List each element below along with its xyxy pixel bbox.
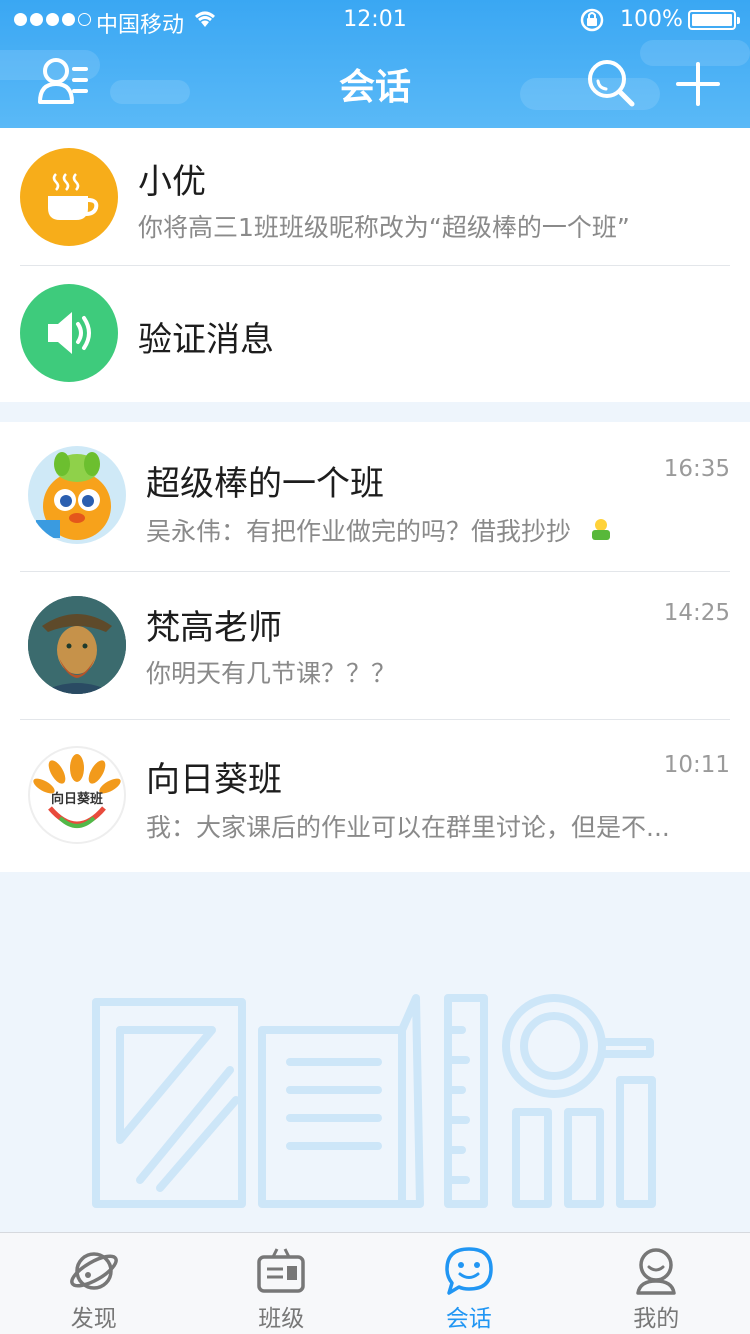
- chat-bubble-icon: [445, 1247, 493, 1295]
- system-item-xiaoyou[interactable]: 小优 你将高三1班班级昵称改为“超级棒的一个班”: [0, 128, 750, 266]
- tab-label: 我的: [633, 1306, 680, 1332]
- item-message: 你将高三1班班级昵称改为“超级棒的一个班”: [138, 213, 630, 242]
- rotation-lock-icon: [578, 6, 606, 40]
- search-button[interactable]: [584, 56, 640, 112]
- status-bar: 中国移动 12:01 100%: [0, 0, 750, 40]
- profile-icon: [636, 1248, 676, 1295]
- tab-me[interactable]: 我的: [563, 1233, 750, 1334]
- tab-label: 班级: [258, 1306, 305, 1332]
- add-button[interactable]: [670, 56, 726, 112]
- conversation-item[interactable]: 超级棒的一个班 16:35 吴永伟：有把作业做完的吗？借我抄抄: [0, 422, 750, 572]
- conversation-message: 你明天有几节课？？？: [146, 659, 397, 688]
- avatar-text: 向日葵班: [50, 792, 103, 807]
- coffee-cup-icon: [20, 148, 118, 246]
- teacher-avatar: [28, 596, 126, 694]
- speaker-icon: [20, 284, 118, 382]
- system-items-card: 小优 你将高三1班班级昵称改为“超级棒的一个班” 验证消息: [0, 128, 750, 402]
- nav-header: 中国移动 12:01 100% 会话: [0, 0, 750, 128]
- planet-icon: [69, 1252, 118, 1290]
- tab-label: 会话: [445, 1306, 492, 1332]
- item-name: 验证消息: [138, 320, 274, 360]
- tab-discover[interactable]: 发现: [0, 1233, 188, 1334]
- battery-percent: 100%: [620, 7, 683, 32]
- conversation-message: 我：大家课后的作业可以在群里讨论，但是不...: [146, 813, 670, 842]
- system-item-verification[interactable]: 验证消息: [0, 266, 750, 402]
- conversation-time: 16:35: [663, 456, 730, 482]
- plus-icon: [676, 62, 720, 106]
- conversation-name: 超级棒的一个班: [146, 464, 384, 504]
- conversation-time: 10:11: [663, 752, 730, 778]
- tab-label: 发现: [70, 1306, 117, 1332]
- tab-bar: 发现 班级 会话 我的: [0, 1232, 750, 1334]
- class-board-icon: [257, 1248, 305, 1293]
- conversation-item[interactable]: 向日葵班 向日葵班 10:11 我：大家课后的作业可以在群里讨论，但是不...: [0, 720, 750, 872]
- item-name: 小优: [138, 162, 206, 202]
- tab-class[interactable]: 班级: [188, 1233, 376, 1334]
- conversation-list: 超级棒的一个班 16:35 吴永伟：有把作业做完的吗？借我抄抄 梵高老师 14:…: [0, 422, 750, 872]
- battery-icon: [688, 10, 740, 30]
- conversation-name: 向日葵班: [146, 760, 282, 800]
- search-icon: [588, 60, 635, 107]
- stationery-illustration: [92, 994, 656, 1208]
- tab-chat[interactable]: 会话: [375, 1233, 563, 1334]
- group-avatar: [28, 446, 126, 544]
- conversation-message: 吴永伟：有把作业做完的吗？借我抄抄: [146, 512, 615, 548]
- emoji-icon: [591, 519, 610, 540]
- conversation-time: 14:25: [663, 600, 730, 626]
- conversation-name: 梵高老师: [146, 608, 282, 648]
- sunflower-class-avatar: 向日葵班: [28, 746, 126, 844]
- conversation-item[interactable]: 梵高老师 14:25 你明天有几节课？？？: [0, 572, 750, 720]
